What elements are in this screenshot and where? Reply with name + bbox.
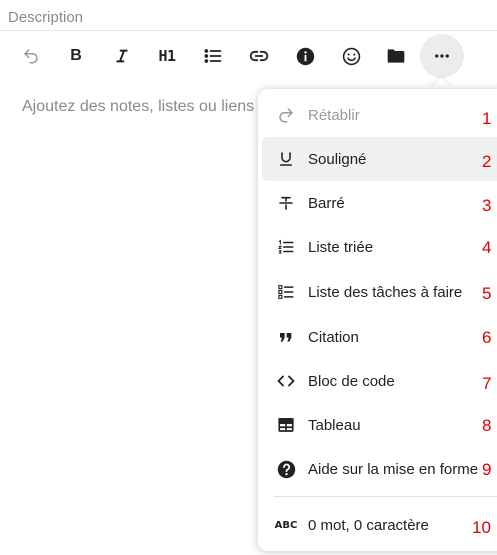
annotation-number: 8 bbox=[482, 416, 492, 435]
annotation-number: 5 bbox=[482, 284, 492, 303]
menu-item-quote[interactable]: Citation bbox=[262, 315, 497, 359]
menu-item-label: Aide sur la mise en forme bbox=[308, 460, 479, 478]
menu-item-underline[interactable]: Souligné bbox=[262, 137, 497, 181]
annotation-number: 4 bbox=[482, 238, 492, 257]
italic-button[interactable] bbox=[100, 34, 144, 78]
more-options-button[interactable] bbox=[420, 34, 464, 78]
menu-item-table[interactable]: Tableau bbox=[262, 403, 497, 447]
table-icon bbox=[264, 403, 308, 447]
description-label: Description bbox=[8, 9, 84, 26]
annotation-number: 1 bbox=[482, 109, 492, 128]
code-icon bbox=[264, 359, 308, 403]
task-list-icon bbox=[264, 270, 308, 314]
menu-item-formatting-help[interactable]: Aide sur la mise en forme bbox=[262, 447, 497, 491]
abc-icon: ABC bbox=[274, 519, 298, 531]
menu-item-label: Liste triée bbox=[308, 238, 374, 256]
menu-item-label: Tableau bbox=[308, 416, 361, 434]
annotation-number: 3 bbox=[482, 196, 492, 215]
folder-icon bbox=[387, 49, 405, 63]
menu-item-ordered-list[interactable]: Liste triée bbox=[262, 225, 497, 269]
ordered-list-icon bbox=[264, 225, 308, 269]
folder-button[interactable] bbox=[374, 34, 418, 78]
menu-item-label: Bloc de code bbox=[308, 372, 395, 390]
info-button[interactable] bbox=[283, 34, 327, 78]
undo-button[interactable] bbox=[9, 34, 53, 78]
strikethrough-icon bbox=[264, 181, 308, 225]
bullet-list-icon bbox=[204, 49, 222, 63]
info-icon bbox=[296, 47, 314, 65]
word-count-item: ABC 0 mot, 0 caractère bbox=[262, 503, 497, 547]
annotation-number: 7 bbox=[482, 374, 492, 393]
bold-label: B bbox=[70, 47, 82, 64]
redo-icon bbox=[264, 93, 308, 137]
bullet-list-button[interactable] bbox=[191, 34, 235, 78]
formatting-toolbar: B H1 bbox=[0, 34, 497, 80]
heading-button[interactable]: H1 bbox=[145, 34, 189, 78]
annotation-number: 6 bbox=[482, 328, 492, 347]
annotation-number: 10 bbox=[472, 518, 491, 537]
menu-item-task-list[interactable]: Liste des tâches à faire bbox=[262, 270, 497, 314]
menu-item-label: Citation bbox=[308, 328, 359, 346]
description-divider bbox=[0, 30, 497, 31]
menu-item-code-block[interactable]: Bloc de code bbox=[262, 359, 497, 403]
help-icon bbox=[264, 447, 308, 491]
menu-item-label: Souligné bbox=[308, 150, 367, 168]
menu-item-label: Liste des tâches à faire bbox=[308, 283, 463, 301]
undo-icon bbox=[24, 49, 38, 64]
more-icon bbox=[435, 54, 449, 58]
menu-divider bbox=[274, 496, 497, 497]
word-count-label: 0 mot, 0 caractère bbox=[308, 516, 429, 534]
annotation-number: 2 bbox=[482, 152, 492, 171]
bold-button[interactable]: B bbox=[54, 34, 98, 78]
underline-icon bbox=[264, 137, 308, 181]
menu-item-label: Barré bbox=[308, 194, 345, 212]
emoji-button[interactable] bbox=[329, 34, 373, 78]
menu-item-label: Rétablir bbox=[308, 106, 360, 124]
more-options-menu: Rétablir Souligné Barré Liste triée List… bbox=[258, 89, 497, 551]
emoji-icon bbox=[342, 47, 360, 65]
menu-item-redo[interactable]: Rétablir bbox=[262, 93, 497, 137]
italic-icon bbox=[116, 49, 128, 63]
heading-label: H1 bbox=[158, 47, 176, 65]
link-icon bbox=[249, 50, 269, 62]
annotation-number: 9 bbox=[482, 460, 492, 479]
editor-placeholder[interactable]: Ajoutez des notes, listes ou liens … bbox=[22, 98, 275, 116]
menu-item-strikethrough[interactable]: Barré bbox=[262, 181, 497, 225]
quote-icon bbox=[264, 315, 308, 359]
link-button[interactable] bbox=[237, 34, 281, 78]
